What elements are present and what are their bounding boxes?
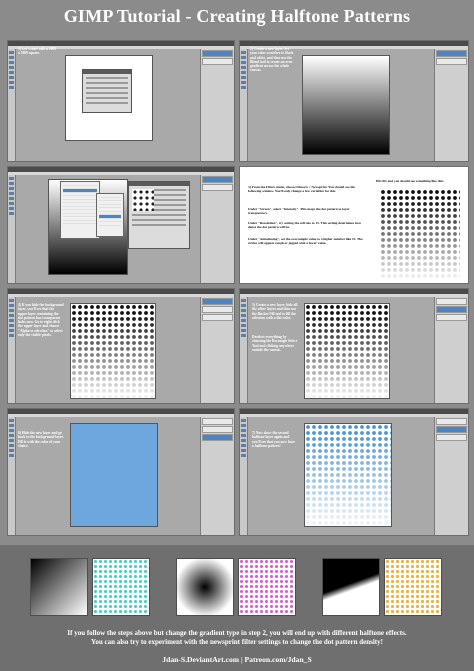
step3-result-caption: Hit OK and you should see something like… — [376, 179, 445, 183]
layers-panel[interactable] — [434, 417, 468, 535]
newsprint-dialog[interactable] — [128, 181, 190, 249]
halftone-canvas — [70, 303, 156, 399]
toolbox[interactable] — [8, 49, 16, 161]
radial-gradient-swatch — [176, 558, 234, 616]
footer-line-2: You can also try to experiment with the … — [91, 638, 383, 646]
tutorial-page: GIMP Tutorial - Creating Halftone Patter… — [0, 0, 474, 671]
step4-panel: 4) If you hide the background layer, you… — [7, 288, 235, 404]
layers-panel[interactable] — [200, 417, 234, 535]
step6-panel: 6) Hide the new layer and go back to the… — [7, 408, 235, 536]
filters-menu[interactable] — [60, 181, 100, 239]
step2-panel: 2) Create a new layer. Set your color sw… — [239, 40, 469, 162]
step5-panel: 5) Create a new layer, hide all the othe… — [239, 288, 469, 404]
credit-line: Jdan-S.DeviantArt.com | Patreon.com/Jdan… — [162, 655, 312, 664]
step6-text: 6) Hide the new layer and go back to the… — [18, 431, 64, 448]
toolbox[interactable] — [8, 297, 16, 403]
bilinear-gradient-swatch — [322, 558, 380, 616]
toolbox[interactable] — [240, 297, 248, 403]
footer-line-1: If you follow the steps above but change… — [67, 629, 407, 637]
toolbox[interactable] — [240, 417, 248, 535]
step1-panel: 1) Let's start with a 1000 x 1000 square… — [7, 40, 235, 162]
step3-antialiasing-text: Under "Antialiasing", set the oversample… — [248, 237, 363, 246]
halftone-result — [380, 189, 460, 279]
step5-deselect-text: Deselect everything by choosing the Rect… — [252, 335, 298, 352]
toolbox[interactable] — [8, 175, 16, 283]
linear-gradient-swatch — [30, 558, 88, 616]
step3-text: 3) From the Filters menu, choose Distort… — [248, 185, 355, 194]
layers-panel[interactable] — [200, 175, 234, 283]
step3-resolution-text: Under "Resolution", try setting the cell… — [248, 221, 362, 230]
step3-instructions-panel: 3) From the Filters menu, choose Distort… — [239, 166, 469, 284]
magenta-halftone-swatch — [238, 558, 296, 616]
examples-section: If you follow the steps above but change… — [0, 545, 474, 671]
toolbox[interactable] — [240, 49, 248, 161]
step2-text: 2) Create a new layer. Set your color sw… — [250, 47, 294, 73]
step7-panel: 7) Now show the second halftone layer ag… — [239, 408, 469, 536]
layers-panel[interactable] — [434, 297, 468, 403]
step4-text: 4) If you hide the background layer, you… — [18, 303, 64, 338]
layers-panel[interactable] — [434, 49, 468, 161]
orange-halftone-swatch — [384, 558, 442, 616]
blue-background-canvas — [70, 423, 158, 527]
blue-halftone-canvas — [304, 423, 392, 527]
step3-panel — [7, 166, 235, 284]
halftone-canvas — [304, 303, 390, 399]
step1-text: 1) Let's start with a 1000 x 1000 square… — [18, 47, 57, 56]
gradient-canvas — [302, 55, 390, 155]
step5-text: 5) Create a new layer, hide all the othe… — [252, 303, 298, 320]
teal-halftone-swatch — [92, 558, 150, 616]
layers-panel[interactable] — [200, 49, 234, 161]
layers-panel[interactable] — [200, 297, 234, 403]
step7-text: 7) Now show the second halftone layer ag… — [252, 431, 296, 448]
toolbox[interactable] — [8, 417, 16, 535]
distorts-submenu[interactable] — [96, 193, 124, 237]
page-title: GIMP Tutorial - Creating Halftone Patter… — [63, 6, 411, 26]
new-image-dialog[interactable] — [82, 69, 132, 113]
step3-screen-text: Under "Screen", select "Intensity". This… — [248, 207, 350, 216]
